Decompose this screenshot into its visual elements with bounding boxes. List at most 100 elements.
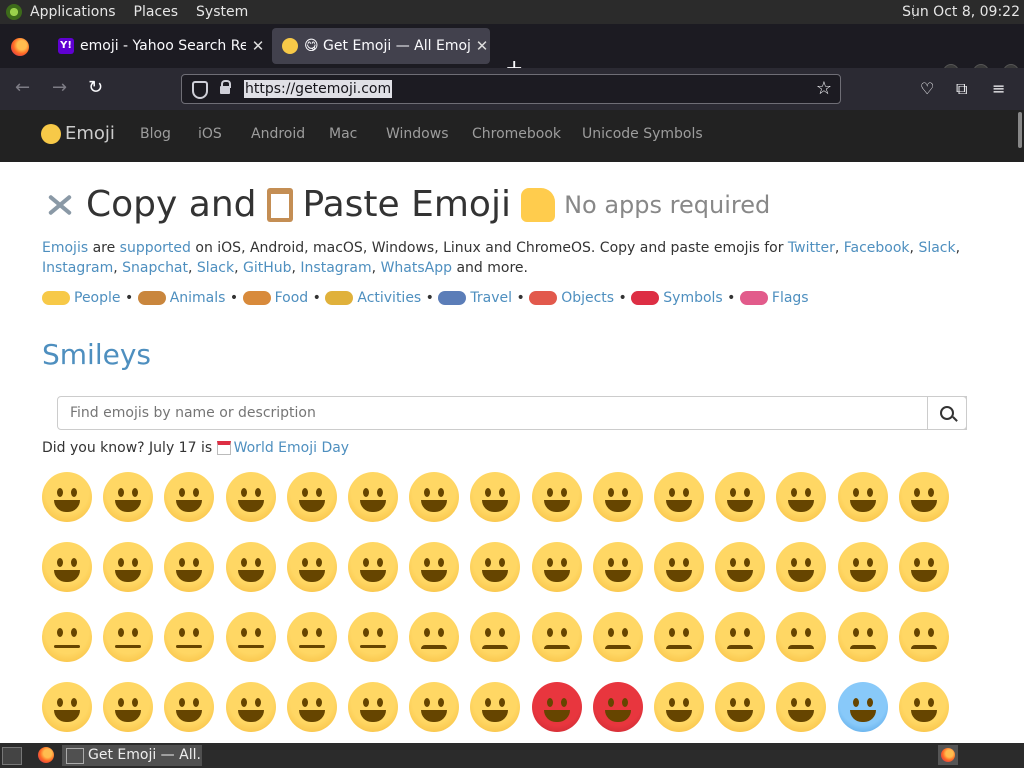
- emoji-tile[interactable]: [898, 612, 949, 662]
- nav-android[interactable]: Android: [251, 126, 305, 142]
- emoji-tile[interactable]: [225, 682, 276, 732]
- link-facebook[interactable]: Facebook: [844, 240, 910, 256]
- emoji-tile[interactable]: [42, 542, 92, 592]
- nav-chromebook[interactable]: Chromebook: [472, 126, 561, 142]
- emoji-tile[interactable]: [592, 542, 643, 592]
- emoji-search-input[interactable]: [57, 396, 967, 430]
- emoji-tile[interactable]: [348, 472, 398, 522]
- emoji-tile[interactable]: [531, 612, 582, 662]
- emoji-tile[interactable]: [654, 682, 704, 732]
- emoji-tile[interactable]: [776, 682, 827, 732]
- close-tab-icon[interactable]: ✕: [250, 37, 266, 55]
- emoji-tile[interactable]: [348, 612, 398, 662]
- url-bar[interactable]: https://getemoji.com ☆: [181, 74, 841, 104]
- emoji-tile[interactable]: [898, 682, 949, 732]
- nav-unicode-symbols[interactable]: Unicode Symbols: [582, 126, 703, 142]
- reload-button[interactable]: ↻: [88, 78, 103, 98]
- category-flags[interactable]: Flags: [772, 290, 809, 306]
- emoji-tile[interactable]: [286, 612, 337, 662]
- tab-yahoo-search[interactable]: Y! emoji - Yahoo Search Results ✕: [48, 28, 266, 64]
- emoji-tile[interactable]: [837, 612, 888, 662]
- emoji-tile[interactable]: [837, 682, 888, 732]
- emoji-tile[interactable]: [592, 612, 643, 662]
- forward-button[interactable]: →: [52, 78, 67, 98]
- emoji-tile[interactable]: [348, 542, 398, 592]
- emoji-tile[interactable]: [470, 682, 521, 732]
- bookmark-star-icon[interactable]: ☆: [816, 78, 832, 99]
- menu-system[interactable]: System: [196, 4, 248, 20]
- clock[interactable]: Sun Oct 8, 09:22: [902, 4, 1020, 20]
- taskbar-window-button[interactable]: Get Emoji — All...: [62, 745, 202, 766]
- emoji-tile[interactable]: [470, 542, 521, 592]
- emoji-tile[interactable]: [225, 542, 276, 592]
- link-twitter[interactable]: Twitter: [788, 240, 835, 256]
- tracking-protection-shield-icon[interactable]: [192, 81, 208, 99]
- emoji-tile[interactable]: [286, 542, 337, 592]
- page-scrollbar[interactable]: [1018, 112, 1022, 148]
- emoji-tile[interactable]: [592, 472, 643, 522]
- close-tab-icon[interactable]: ✕: [474, 37, 490, 55]
- category-people[interactable]: People: [74, 290, 121, 306]
- search-button[interactable]: [927, 396, 967, 430]
- emoji-tile[interactable]: [103, 682, 154, 732]
- url-text[interactable]: https://getemoji.com: [244, 80, 393, 98]
- emoji-tile[interactable]: [409, 612, 460, 662]
- emoji-tile[interactable]: [592, 682, 643, 732]
- firefox-tray-icon[interactable]: [938, 745, 958, 765]
- link-whatsapp[interactable]: WhatsApp: [381, 260, 452, 276]
- emoji-tile[interactable]: [715, 542, 766, 592]
- emoji-tile[interactable]: [715, 612, 766, 662]
- emoji-tile[interactable]: [164, 612, 215, 662]
- app-menu-icon[interactable]: ≡: [992, 79, 1005, 98]
- emoji-tile[interactable]: [837, 542, 888, 592]
- link-instagram[interactable]: Instagram: [42, 260, 113, 276]
- nav-windows[interactable]: Windows: [386, 126, 449, 142]
- category-animals[interactable]: Animals: [170, 290, 226, 306]
- emoji-tile[interactable]: [409, 472, 460, 522]
- nav-blog[interactable]: Blog: [140, 126, 171, 142]
- emoji-tile[interactable]: [164, 472, 215, 522]
- emoji-tile[interactable]: [776, 542, 827, 592]
- link-world-emoji-day[interactable]: World Emoji Day: [234, 440, 350, 456]
- emoji-tile[interactable]: [225, 612, 276, 662]
- link-instagram-2[interactable]: Instagram: [300, 260, 371, 276]
- link-slack-2[interactable]: Slack: [197, 260, 234, 276]
- nav-ios[interactable]: iOS: [198, 126, 222, 142]
- link-emojis[interactable]: Emojis: [42, 240, 88, 256]
- extensions-icon[interactable]: ⧉: [956, 79, 967, 99]
- emoji-tile[interactable]: [103, 542, 154, 592]
- emoji-tile[interactable]: [225, 472, 276, 522]
- emoji-tile[interactable]: [164, 542, 215, 592]
- back-button[interactable]: ←: [15, 78, 30, 98]
- menu-places[interactable]: Places: [134, 4, 179, 20]
- site-brand[interactable]: Emoji: [41, 123, 115, 144]
- lock-icon[interactable]: [220, 80, 231, 94]
- emoji-tile[interactable]: [348, 682, 398, 732]
- tab-get-emoji[interactable]: 😋 Get Emoji — All Emojis to ✂️ Copy and …: [272, 28, 490, 64]
- nav-mac[interactable]: Mac: [329, 126, 357, 142]
- emoji-tile[interactable]: [409, 542, 460, 592]
- emoji-tile[interactable]: [776, 472, 827, 522]
- show-desktop-icon[interactable]: [2, 747, 22, 765]
- emoji-tile[interactable]: [286, 682, 337, 732]
- emoji-tile[interactable]: [531, 472, 582, 522]
- emoji-tile[interactable]: [42, 682, 92, 732]
- category-travel[interactable]: Travel: [470, 290, 512, 306]
- link-slack[interactable]: Slack: [918, 240, 955, 256]
- emoji-tile[interactable]: [470, 612, 521, 662]
- emoji-tile[interactable]: [654, 472, 704, 522]
- link-snapchat[interactable]: Snapchat: [122, 260, 188, 276]
- emoji-tile[interactable]: [409, 682, 460, 732]
- emoji-tile[interactable]: [103, 612, 154, 662]
- link-github[interactable]: GitHub: [243, 260, 292, 276]
- applications-logo-icon[interactable]: [6, 4, 22, 20]
- category-objects[interactable]: Objects: [561, 290, 614, 306]
- emoji-tile[interactable]: [898, 542, 949, 592]
- link-supported[interactable]: supported: [120, 240, 191, 256]
- emoji-tile[interactable]: [531, 542, 582, 592]
- emoji-tile[interactable]: [531, 682, 582, 732]
- emoji-tile[interactable]: [164, 682, 215, 732]
- category-food[interactable]: Food: [275, 290, 309, 306]
- firefox-view-icon[interactable]: [11, 38, 29, 56]
- emoji-tile[interactable]: [286, 472, 337, 522]
